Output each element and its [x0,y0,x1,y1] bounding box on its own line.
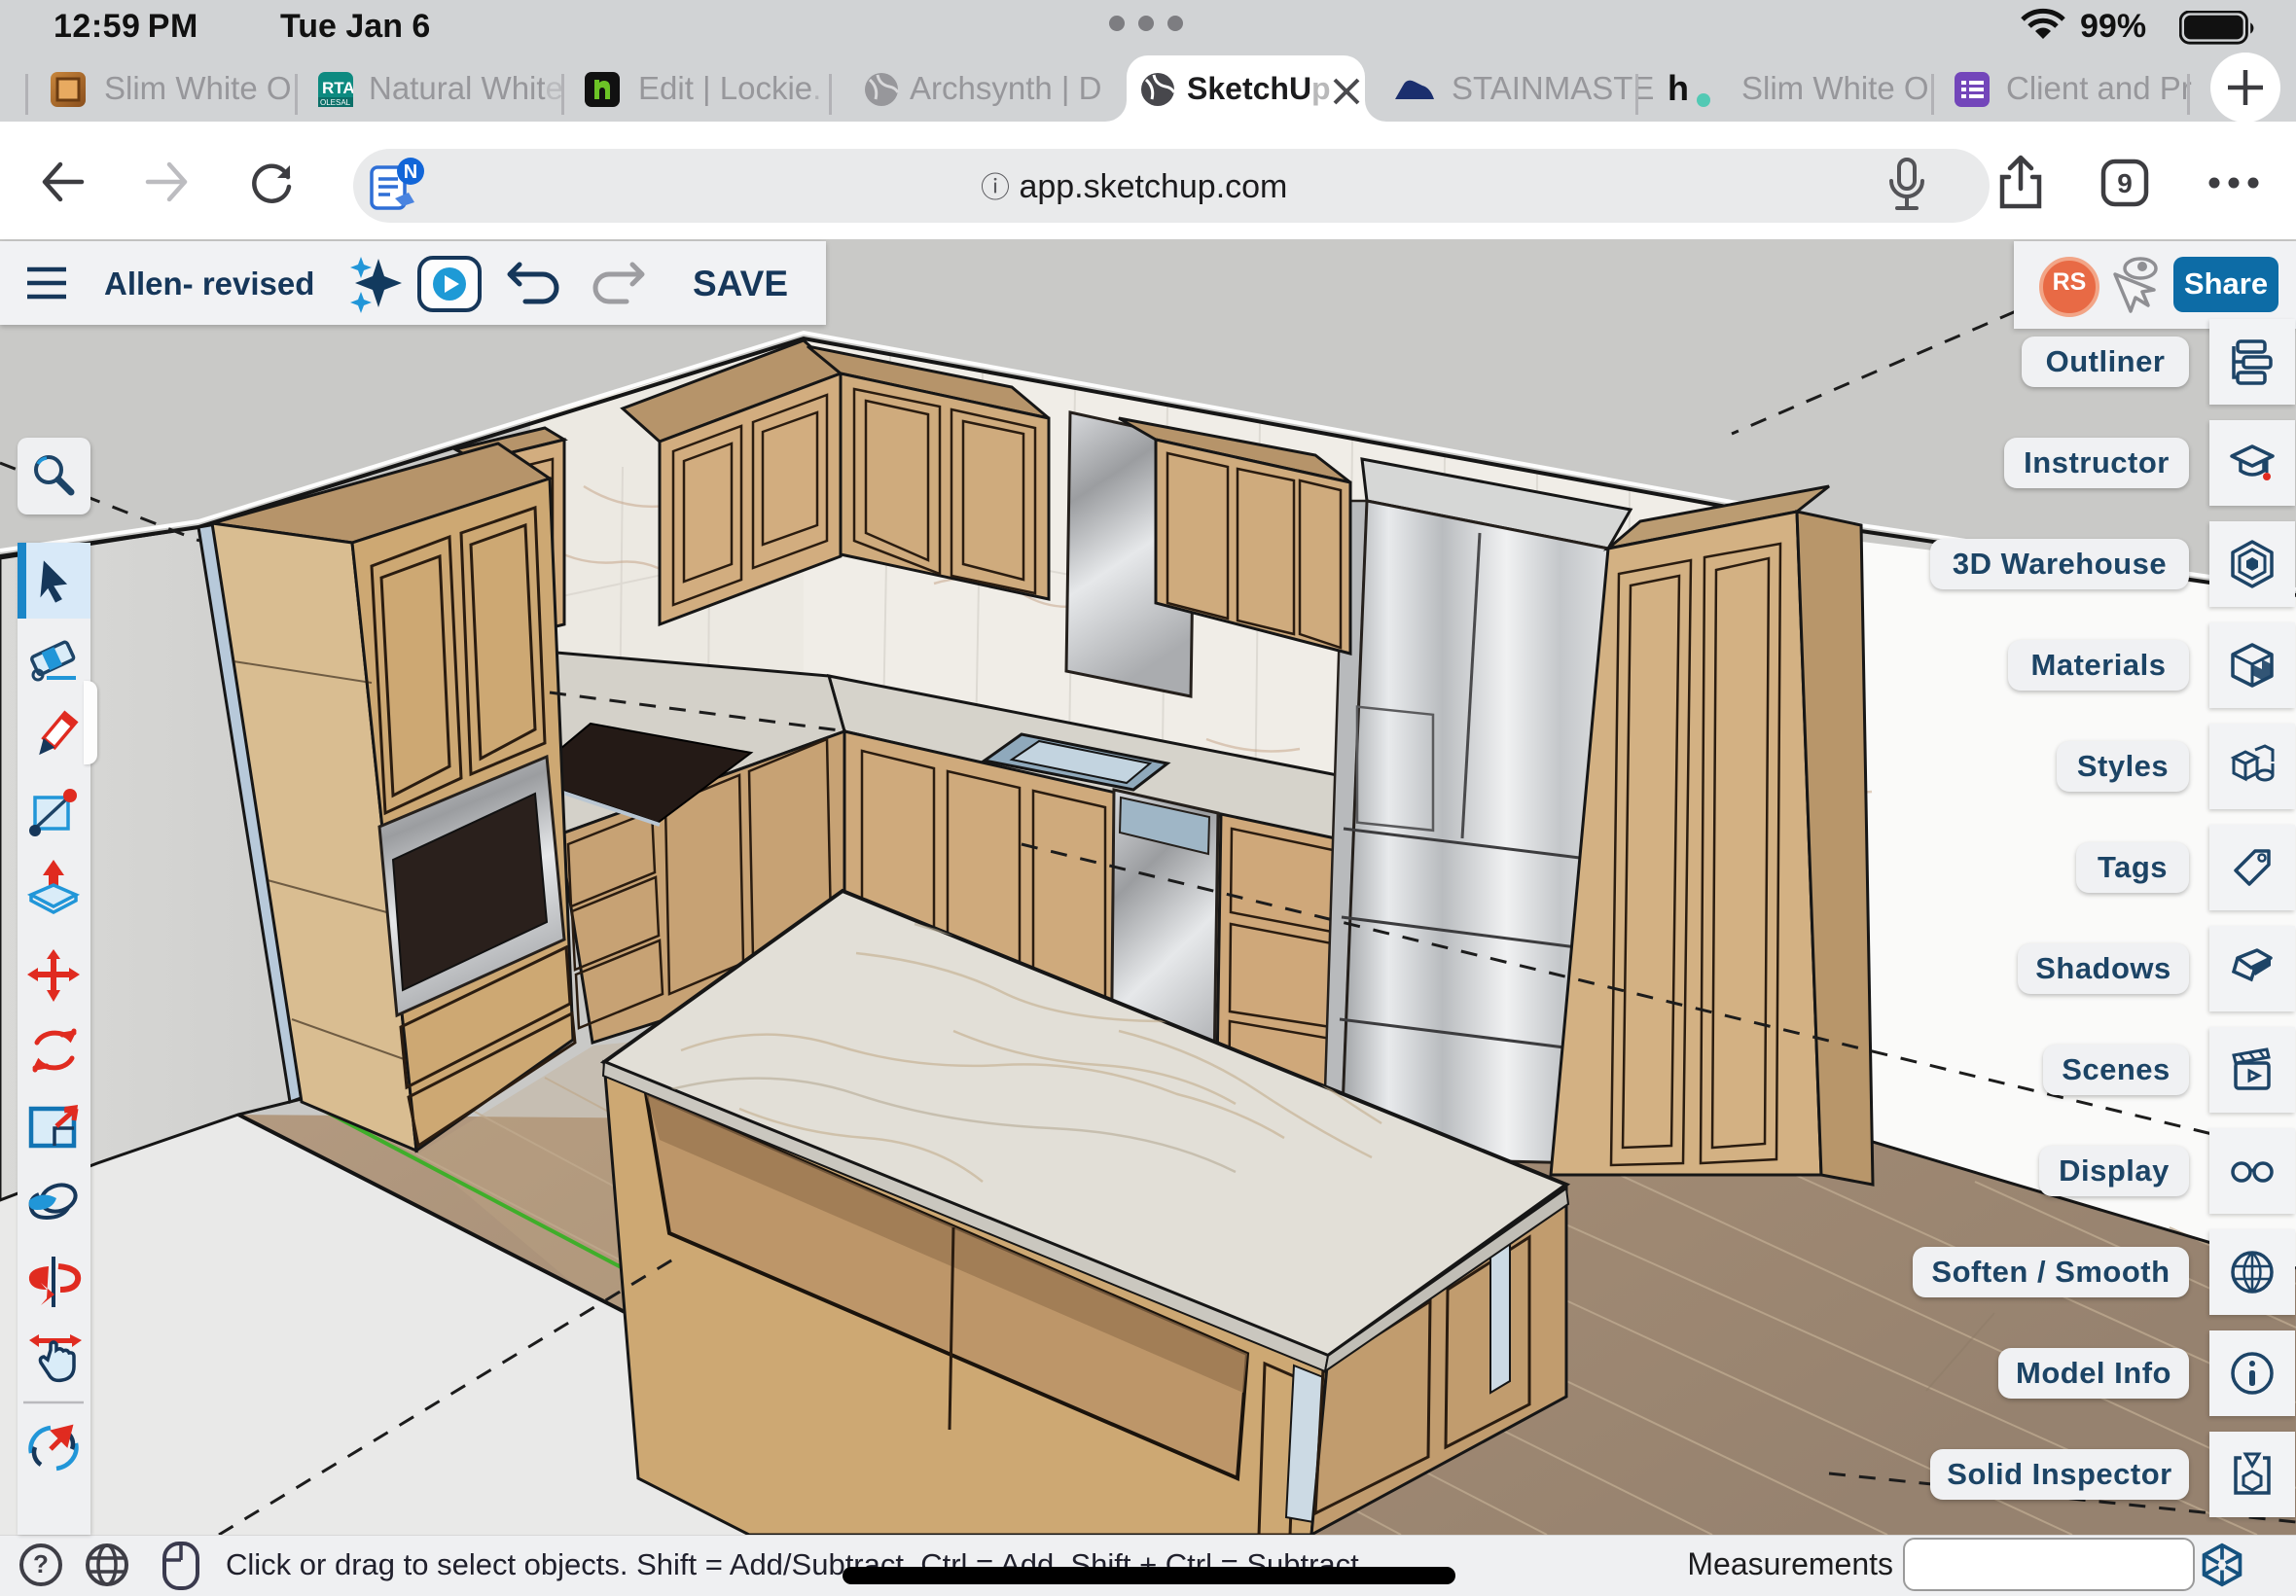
svg-text:OLESAL: OLESAL [320,98,351,107]
svg-text:N: N [404,161,417,183]
svg-text:9: 9 [2117,168,2133,198]
svg-text:?: ? [33,1549,49,1578]
svg-text:RTA: RTA [322,79,353,97]
